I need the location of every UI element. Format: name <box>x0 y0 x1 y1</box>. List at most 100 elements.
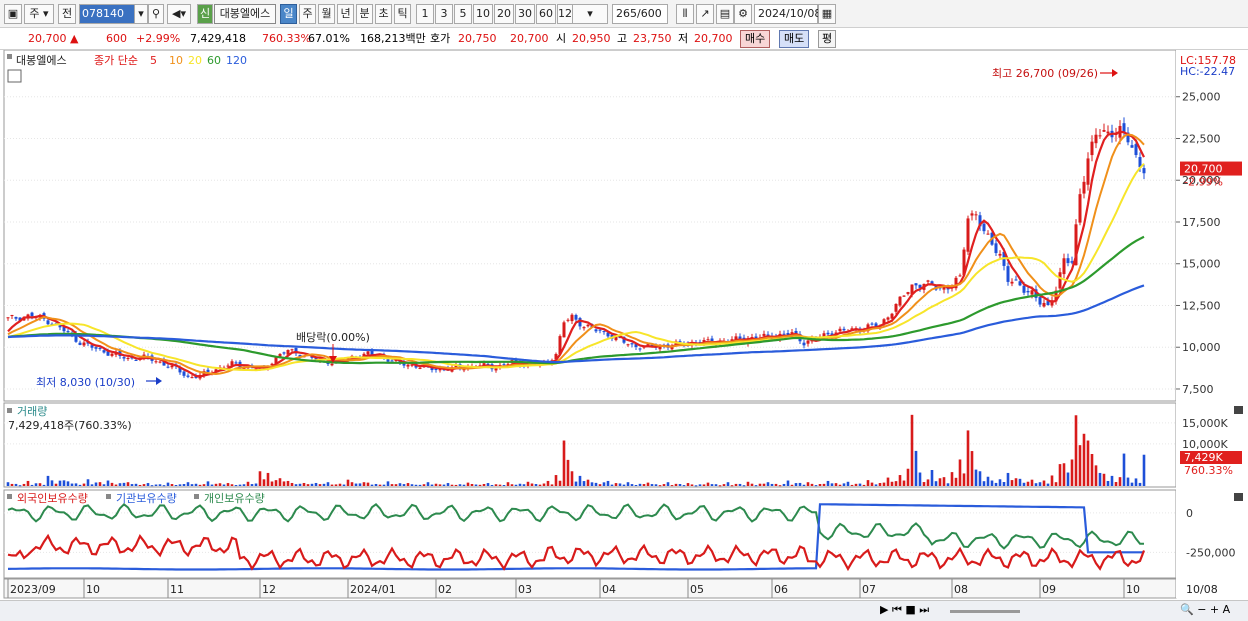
count-input[interactable]: 265/600 <box>612 4 668 24</box>
scroll-controls[interactable]: ▶ ⏮ ■ ⏭ <box>880 603 929 617</box>
interval-dropdown[interactable]: ▾ <box>572 4 608 24</box>
volume-bar <box>206 481 210 486</box>
volume-bar <box>654 484 658 486</box>
speaker-icon[interactable]: ◀▾ <box>167 4 191 24</box>
sell-button[interactable]: 매도 <box>779 30 810 48</box>
legend-ma-10: 10 <box>169 54 183 67</box>
candle-body <box>166 366 170 368</box>
legend-ma-20: 20 <box>188 54 202 67</box>
interval-tab-60[interactable]: 60 <box>536 4 556 24</box>
volume-bar <box>942 477 946 486</box>
interval-tab-20[interactable]: 20 <box>494 4 514 24</box>
volume-bar <box>58 480 62 486</box>
hc-label: HC:-22.47 <box>1180 65 1235 78</box>
candle-body <box>1090 141 1094 156</box>
interval-tab-5[interactable]: 5 <box>454 4 472 24</box>
period-tab-0[interactable]: 일 <box>280 4 297 24</box>
high-label: 고 <box>617 32 628 45</box>
interval-tab-30[interactable]: 30 <box>515 4 535 24</box>
chart-area[interactable]: 25,000 22,500 20,000 17,500 15,000 12,500 10,0… <box>0 50 1248 621</box>
period-tab-3[interactable]: 년 <box>337 4 354 24</box>
volume-bar <box>1074 415 1078 486</box>
volume-bar <box>1066 472 1070 486</box>
volume-bar <box>526 481 530 486</box>
period-tab-2[interactable]: 월 <box>318 4 335 24</box>
volume-bar <box>778 485 782 487</box>
market-select[interactable]: 주 ▾ <box>24 4 54 24</box>
volume-bar <box>974 469 978 486</box>
volume-bar <box>718 485 722 487</box>
volume-bar <box>1046 483 1050 486</box>
volume-tick-label: 15,000K <box>1182 417 1228 430</box>
save-icon[interactable]: ▤ <box>716 4 734 24</box>
search-icon[interactable]: ⚲ <box>148 4 164 24</box>
volume-bar <box>454 484 458 486</box>
eval-button[interactable]: 평 <box>818 30 837 48</box>
settings-gear-icon[interactable]: ⚙ <box>734 4 752 24</box>
volume-bar <box>770 483 774 486</box>
price-change: 600 <box>106 32 127 45</box>
chart-svg[interactable]: 25,00022,50020,00017,50015,00012,50010,0… <box>0 50 1248 621</box>
candle-body <box>982 223 986 232</box>
prev-button[interactable]: 전 <box>58 4 76 24</box>
volume-bar <box>910 414 914 486</box>
candle-body <box>838 328 842 332</box>
date-input[interactable]: 2024/10/08 <box>754 4 821 24</box>
volume-bar <box>842 483 846 486</box>
zoom-icons[interactable]: 🔍 − + A <box>1180 603 1230 616</box>
volume-bar <box>658 485 662 487</box>
buy-button[interactable]: 매수 <box>740 30 771 48</box>
period-tab-6[interactable]: 틱 <box>394 4 411 24</box>
interval-tab-10[interactable]: 10 <box>473 4 493 24</box>
interval-tab-3[interactable]: 3 <box>435 4 453 24</box>
candle-icon[interactable]: ⫴ <box>676 4 694 24</box>
price-tick-label: 25,000 <box>1182 91 1221 104</box>
volume-bar <box>246 481 250 486</box>
volume-bar <box>806 482 810 486</box>
x-tick-label: 2024/01 <box>350 583 396 596</box>
candle-body <box>574 314 578 320</box>
volume-bar <box>1002 481 1006 486</box>
volume-bar <box>294 484 298 486</box>
volume-bar <box>990 480 994 486</box>
code-dropdown-icon[interactable]: ▾ <box>134 4 148 24</box>
volume-bar <box>1054 482 1058 486</box>
period-tab-5[interactable]: 초 <box>375 4 392 24</box>
period-tab-1[interactable]: 주 <box>299 4 316 24</box>
volume-panel-close-icon[interactable] <box>1234 406 1243 414</box>
volume-bar <box>1014 478 1018 486</box>
period-tab-4[interactable]: 분 <box>356 4 373 24</box>
stock-code-input[interactable]: 078140 <box>79 4 137 24</box>
holdings-panel-close-icon[interactable] <box>1234 493 1243 501</box>
draw-tool-icon[interactable]: ↗ <box>696 4 714 24</box>
volume-bar <box>810 483 814 486</box>
calendar-icon[interactable]: ▦ <box>818 4 836 24</box>
volume-bar <box>26 480 30 486</box>
volume-bar <box>450 484 454 486</box>
volume-bar <box>174 485 178 487</box>
volume-bar <box>726 482 730 486</box>
bottom-scrollbar[interactable]: ▶ ⏮ ■ ⏭ 🔍 − + A <box>0 600 1248 621</box>
candle-body <box>626 344 630 346</box>
volume-bar <box>1026 481 1030 486</box>
volume-bar <box>698 484 702 486</box>
volume-bar <box>918 472 922 486</box>
volume-bar <box>18 485 22 487</box>
volume-bar <box>970 451 974 486</box>
candle-body <box>1082 181 1086 194</box>
candle-body <box>762 333 766 336</box>
candle-body <box>1130 145 1134 148</box>
candle-body <box>562 322 566 338</box>
legend-table-icon[interactable] <box>7 69 22 83</box>
volume-bar <box>1106 480 1110 486</box>
layout-icon[interactable]: ▣ <box>4 4 22 24</box>
volume-bar <box>686 483 690 486</box>
stock-name-field[interactable]: 대봉엘에스 <box>214 4 276 24</box>
volume-bar <box>10 483 14 486</box>
volume-bar <box>518 483 522 486</box>
volume-bar <box>554 475 558 486</box>
volume-bar <box>446 483 450 486</box>
zoom-slider[interactable] <box>950 610 1020 613</box>
candle-body <box>6 317 10 319</box>
interval-tab-1[interactable]: 1 <box>416 4 434 24</box>
